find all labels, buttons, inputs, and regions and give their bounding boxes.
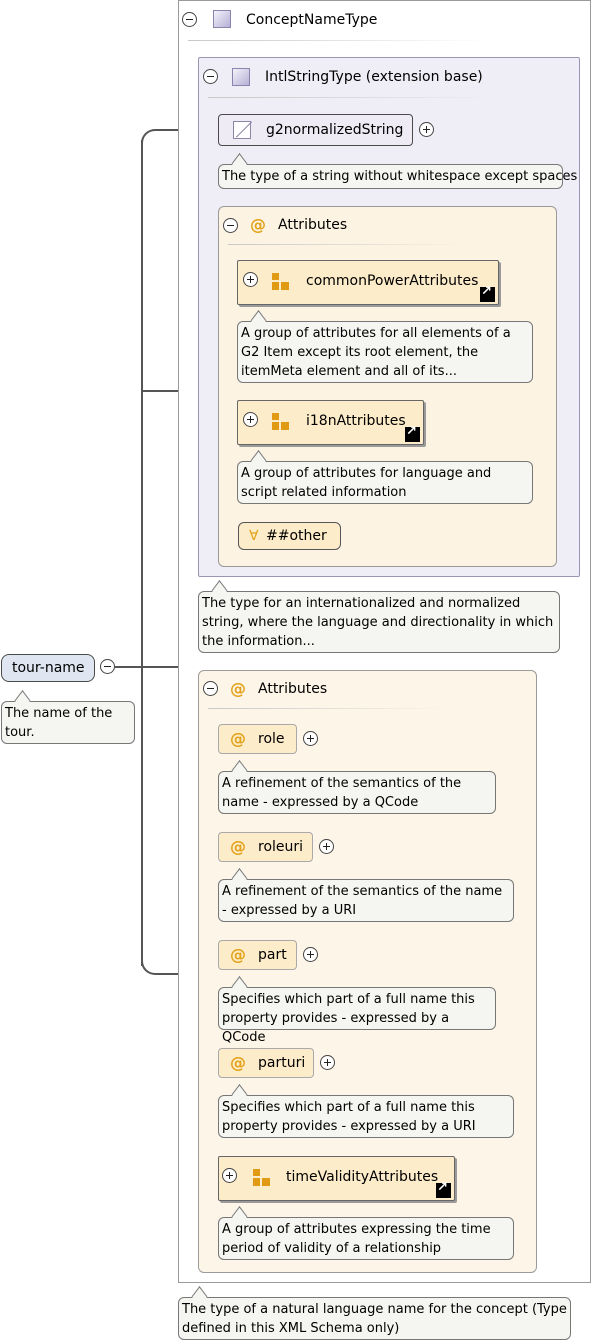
collapse-icon[interactable]: [100, 659, 115, 674]
reference-link-icon[interactable]: [480, 284, 495, 302]
expand-icon[interactable]: [243, 412, 258, 427]
attribute-note: Specifies which part of a full name this…: [218, 976, 496, 1045]
type-name: ConceptNameType: [246, 12, 378, 28]
complex-type-icon: [213, 10, 231, 28]
expand-icon[interactable]: [319, 839, 334, 854]
type-note: The type of a natural language name for …: [178, 1286, 571, 1340]
attribute-icon: @: [250, 215, 266, 234]
expand-icon[interactable]: [419, 122, 434, 137]
expand-icon[interactable]: [320, 1055, 335, 1070]
base-name: g2normalizedString: [266, 122, 404, 138]
header-divider: [208, 97, 498, 98]
reference-link-icon[interactable]: [405, 424, 420, 442]
attribute-group-icon: [253, 1169, 271, 1187]
reference-link-icon[interactable]: [436, 1180, 451, 1198]
attribute-name: roleuri: [258, 839, 304, 855]
base-note: The type of a string without whitespace …: [218, 153, 577, 189]
header-divider: [228, 244, 468, 245]
attributes-label: Attributes: [278, 217, 348, 233]
attribute-icon: @: [230, 1053, 246, 1072]
attribute-name: role: [258, 731, 285, 747]
simple-type-icon: [233, 121, 253, 139]
expand-icon[interactable]: [303, 947, 318, 962]
attribute-note: A refinement of the semantics of the nam…: [218, 760, 496, 814]
attribute-group-icon: [272, 273, 290, 291]
attribute-roleuri[interactable]: @ roleuri: [218, 832, 313, 862]
collapse-icon[interactable]: [223, 218, 238, 233]
attribute-group-name: i18nAttributes: [306, 413, 406, 429]
any-attribute-icon: ∀: [249, 528, 259, 544]
attribute-group-time-validity[interactable]: timeValidityAttributes: [218, 1156, 455, 1201]
collapse-icon[interactable]: [203, 69, 218, 84]
attributes-label: Attributes: [258, 681, 328, 697]
expand-icon[interactable]: [303, 731, 318, 746]
element-tour-name[interactable]: tour-name: [1, 654, 95, 682]
attribute-group-i18n[interactable]: i18nAttributes: [237, 400, 424, 445]
attribute-group-note: A group of attributes for language and s…: [237, 450, 533, 504]
attribute-note: A refinement of the semantics of the nam…: [218, 868, 514, 922]
expand-icon[interactable]: [243, 272, 258, 287]
element-name: tour-name: [12, 660, 85, 676]
expand-icon[interactable]: [222, 1168, 237, 1183]
collapse-icon[interactable]: [203, 681, 218, 696]
attribute-icon: @: [230, 729, 246, 748]
attribute-parturi[interactable]: @ parturi: [218, 1048, 314, 1078]
connector-vertical: [141, 140, 143, 966]
complex-type-icon: [232, 68, 250, 86]
element-note: The name of the tour.: [1, 690, 135, 744]
attribute-group-note: A group of attributes for all elements o…: [237, 310, 533, 383]
any-attribute[interactable]: ∀ ##other: [238, 522, 341, 550]
attribute-group-icon: [272, 413, 290, 431]
extension-note: The type for an internationalized and no…: [198, 580, 560, 653]
header-divider: [208, 708, 448, 709]
attribute-icon: @: [230, 679, 246, 698]
header-divider: [188, 40, 488, 41]
attribute-name: part: [258, 947, 287, 963]
collapse-icon[interactable]: [182, 12, 197, 27]
attribute-role[interactable]: @ role: [218, 724, 297, 754]
attribute-icon: @: [230, 837, 246, 856]
attribute-group-name: commonPowerAttributes: [306, 273, 479, 289]
extension-name: IntlStringType (extension base): [265, 69, 483, 85]
connector-curve-top: [141, 129, 161, 149]
attribute-icon: @: [230, 945, 246, 964]
attribute-name: parturi: [258, 1055, 306, 1071]
attribute-part[interactable]: @ part: [218, 940, 297, 970]
connector-element-stem: [115, 666, 142, 668]
connector-curve-bottom: [141, 955, 161, 975]
base-simple-type[interactable]: g2normalizedString: [218, 114, 413, 146]
attribute-group-name: timeValidityAttributes: [286, 1169, 439, 1185]
attribute-group-common-power[interactable]: commonPowerAttributes: [237, 260, 499, 305]
attribute-group-note: A group of attributes expressing the tim…: [218, 1206, 514, 1260]
attribute-note: Specifies which part of a full name this…: [218, 1084, 514, 1138]
any-attribute-name: ##other: [266, 528, 327, 544]
